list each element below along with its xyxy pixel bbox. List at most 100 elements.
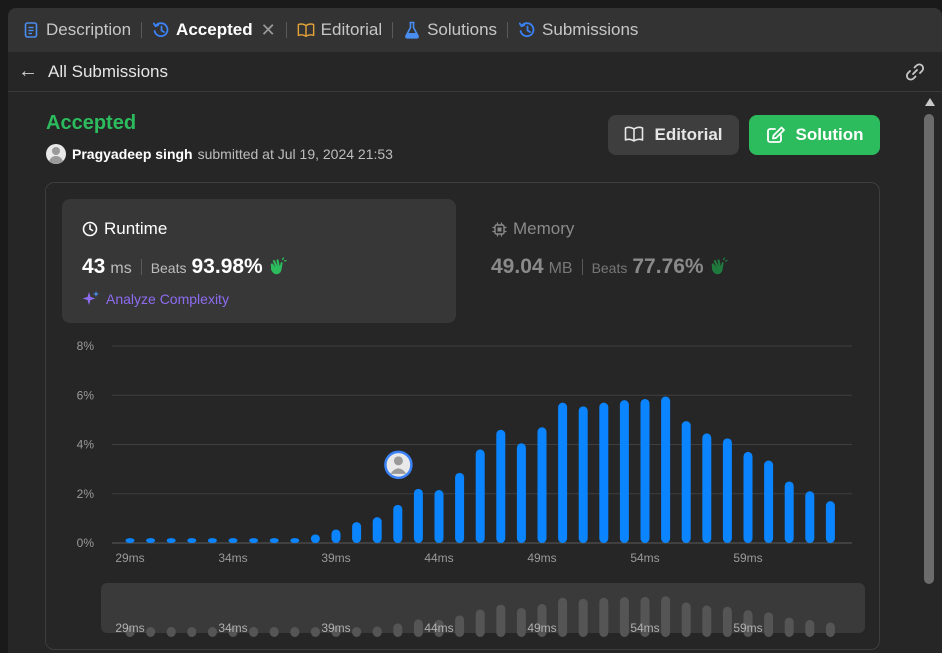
bar[interactable] [702, 433, 712, 543]
navigator-bar [455, 615, 465, 637]
x-tick-label: 29ms [115, 551, 144, 565]
tab-strip: Description Accepted ✕ Editorial Solutio… [8, 8, 942, 52]
submission-panel: ← All Submissions Accepted Pragyadeep si… [8, 52, 942, 653]
tab-label: Editorial [320, 20, 383, 39]
bar[interactable] [249, 538, 259, 543]
bar[interactable] [290, 538, 300, 543]
navigator-bar [310, 627, 320, 637]
bar[interactable] [125, 538, 135, 543]
bar[interactable] [681, 421, 691, 543]
y-tick-label: 8% [77, 339, 95, 353]
bar[interactable] [207, 538, 217, 543]
bar[interactable] [269, 538, 279, 543]
navigator-bar [722, 606, 732, 637]
bar[interactable] [743, 451, 753, 543]
tab-divider [392, 22, 394, 38]
all-submissions-link[interactable]: All Submissions [48, 62, 168, 82]
navigator-bar [764, 612, 774, 637]
close-icon[interactable]: ✕ [261, 20, 276, 41]
username-link[interactable]: Pragyadeep singh [72, 146, 193, 162]
navigator-bar [558, 597, 568, 637]
bar[interactable] [640, 398, 650, 543]
scrollbar[interactable] [922, 96, 936, 653]
description-icon [22, 21, 40, 39]
navigator-bar [619, 597, 629, 637]
y-tick-label: 2% [77, 487, 95, 501]
bar[interactable] [455, 472, 465, 543]
bar[interactable] [661, 396, 671, 543]
tab-editorial[interactable]: Editorial [297, 15, 382, 45]
x-tick-label: 39ms [321, 551, 350, 565]
bar[interactable] [475, 449, 485, 543]
navigator-bar [352, 627, 362, 637]
navigator-bar [413, 619, 423, 637]
bar[interactable] [599, 402, 609, 543]
bar[interactable] [166, 538, 176, 543]
navigator-tick-label: 59ms [733, 621, 762, 635]
bar[interactable] [825, 501, 835, 543]
bar[interactable] [784, 481, 794, 543]
performance-card: Runtime 43 ms Beats 93.98% Analyze Compl… [45, 182, 880, 650]
bar[interactable] [331, 529, 341, 543]
navigator-bar [516, 607, 526, 637]
solution-button[interactable]: Solution [749, 115, 880, 155]
x-tick-label: 34ms [218, 551, 247, 565]
runtime-distribution-chart[interactable]: 0% 2% 4% 6% 8% 29ms 34ms 39ms 44ms 49ms 54ms 59ms 29… [46, 183, 881, 651]
tab-divider [285, 22, 287, 38]
tab-label: Solutions [427, 20, 498, 39]
bar[interactable] [722, 438, 732, 543]
bar[interactable] [372, 517, 382, 543]
tab-accepted[interactable]: Accepted ✕ [152, 15, 276, 45]
flask-icon [403, 21, 421, 39]
navigator-bar [372, 626, 382, 637]
bar[interactable] [310, 534, 320, 543]
navigator-bar [290, 627, 300, 637]
bar[interactable] [516, 443, 526, 543]
scroll-up-arrow-icon[interactable] [925, 98, 935, 106]
navigator-bar [393, 623, 403, 637]
tab-label: Description [46, 20, 132, 39]
avatar[interactable] [46, 144, 66, 164]
x-tick-label: 59ms [733, 551, 762, 565]
x-tick-label: 44ms [424, 551, 453, 565]
navigator-bar [784, 617, 794, 637]
editorial-button[interactable]: Editorial [608, 115, 739, 155]
tab-submissions[interactable]: Submissions [518, 15, 638, 45]
back-arrow-icon[interactable]: ← [18, 60, 38, 83]
bar[interactable] [558, 402, 568, 543]
bar[interactable] [578, 406, 588, 543]
bar[interactable] [805, 491, 815, 543]
bar[interactable] [764, 460, 774, 543]
bar[interactable] [352, 522, 362, 543]
edit-icon [766, 126, 786, 144]
bar[interactable] [228, 538, 238, 543]
bar[interactable] [434, 490, 444, 543]
bar[interactable] [393, 504, 403, 543]
x-tick-label: 54ms [630, 551, 659, 565]
tab-bar: Description Accepted ✕ Editorial Solutio… [0, 0, 942, 56]
submission-meta: Pragyadeep singh submitted at Jul 19, 20… [46, 144, 393, 164]
bar[interactable] [413, 488, 423, 543]
navigator-bar [681, 602, 691, 637]
bar[interactable] [187, 538, 197, 543]
tab-solutions[interactable]: Solutions [403, 15, 497, 45]
solution-button-label: Solution [795, 125, 864, 144]
navigator-tick-label: 49ms [527, 621, 556, 635]
x-tick-label: 49ms [527, 551, 556, 565]
y-tick-label: 6% [77, 388, 95, 402]
navigator-tick-label: 34ms [218, 621, 247, 635]
navigator-bar [146, 627, 156, 637]
bar[interactable] [537, 427, 547, 543]
bar[interactable] [146, 538, 156, 543]
navigator-bar [207, 627, 217, 637]
tab-divider [507, 22, 509, 38]
tab-description[interactable]: Description [22, 15, 131, 45]
tab-divider [141, 22, 143, 38]
bar[interactable] [619, 400, 629, 543]
link-icon[interactable] [904, 62, 926, 82]
navigator-bar [702, 605, 712, 637]
bar[interactable] [496, 429, 506, 543]
tab-label: Accepted [176, 20, 253, 39]
navigator-bar [825, 622, 835, 637]
scrollbar-thumb[interactable] [924, 114, 934, 584]
